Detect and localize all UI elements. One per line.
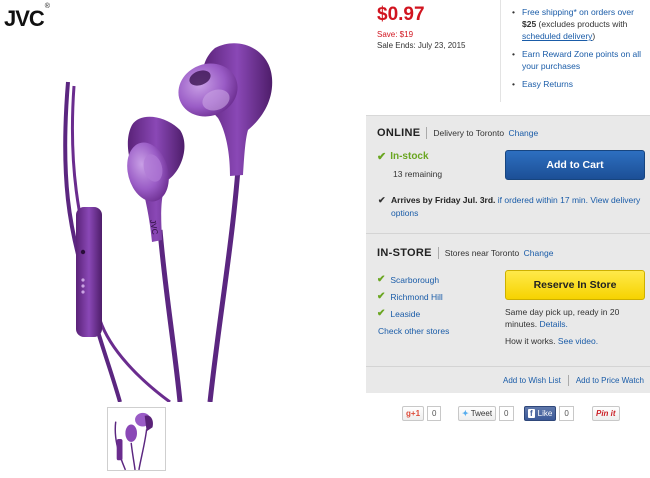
facebook-icon: f [528,409,535,418]
add-to-wish-list-link[interactable]: Add to Wish List [503,376,561,385]
promo-list: Free shipping* on orders over $25 (exclu… [500,0,650,102]
promo-free-shipping-middle: (excludes products with [536,19,628,29]
pickup-details-link[interactable]: Details. [540,319,568,329]
facebook-like-button[interactable]: f Like [524,406,557,421]
twitter-bird-icon: ✦ [462,409,469,418]
promo-free-shipping: Free shipping* on orders over $25 (exclu… [511,6,650,42]
instore-location-text: Stores near Toronto [444,248,520,258]
instore-header-divider [437,247,439,259]
arrival-estimate: ✔ Arrives by Friday Jul. 3rd. if ordered… [377,194,642,220]
instore-header: IN-STORE Stores near Toronto Change [377,247,553,259]
earbuds-illustration: JVC [63,43,273,404]
google-plus-share: g +1 0 [402,405,442,422]
stock-status: ✔ In-stock [377,150,429,163]
promo-reward-zone-link[interactable]: Earn Reward Zone points on all your purc… [511,48,650,72]
tweet-button[interactable]: ✦ Tweet [458,406,497,421]
product-thumbnail[interactable] [107,407,166,471]
promo-free-shipping-threshold: $25 [522,19,537,29]
online-header-divider [426,127,428,139]
stock-remaining: 13 remaining [393,169,443,179]
store-item: ✔ Richmond Hill [377,288,443,305]
instore-title: IN-STORE [377,247,432,259]
tweet-count: 0 [499,406,514,421]
thumbnail-earbuds-icon [114,412,153,471]
google-plus-button[interactable]: g +1 [402,406,425,421]
tweet-label: Tweet [470,409,493,418]
checkmark-icon: ✔ [377,291,386,302]
scheduled-delivery-link[interactable]: scheduled delivery [522,31,592,41]
checkmark-icon: ✔ [378,195,386,205]
store-item: ✔ Leaside [377,305,443,322]
google-plus-label: +1 [410,409,421,418]
how-it-works-text: How it works. [505,336,556,346]
footer-divider [567,375,569,386]
like-label: Like [537,409,553,418]
online-title: ONLINE [377,127,421,139]
pickup-info: Same day pick up, ready in 20 minutes. D… [505,306,645,330]
checkmark-icon: ✔ [377,274,386,285]
brand-name: JVC [4,6,45,31]
see-video-link[interactable]: See video. [558,336,598,346]
change-store-location-link[interactable]: Change [524,248,554,258]
reserve-in-store-button[interactable]: Reserve In Store [505,270,645,300]
promo-free-shipping-suffix: ) [592,31,596,41]
online-delivery-text: Delivery to Toronto [433,128,505,138]
store-list: ✔ Scarborough ✔ Richmond Hill ✔ Leaside [377,271,443,322]
stock-status-label: In-stock [390,151,429,162]
how-it-works: How it works. See video. [505,336,598,346]
brand-logo: JVC® [4,2,50,32]
change-delivery-location-link[interactable]: Change [508,128,538,138]
twitter-share: ✦ Tweet 0 [458,405,514,422]
store-link-richmond-hill[interactable]: Richmond Hill [390,292,442,302]
sale-price: $0.97 [377,4,425,25]
facebook-share: f Like 0 [524,405,574,422]
add-to-price-watch-link[interactable]: Add to Price Watch [576,376,644,385]
instore-location: Stores near Toronto Change [445,248,554,258]
product-image: JVC [40,30,340,404]
registered-mark: ® [44,2,50,10]
online-delivery-location: Delivery to Toronto Change [433,128,538,138]
pin-it-button[interactable]: Pin it [592,406,620,421]
check-other-stores-link[interactable]: Check other stores [378,326,449,336]
store-link-scarborough[interactable]: Scarborough [390,275,439,285]
svg-text:JVC: JVC [148,219,160,236]
like-count: 0 [559,406,574,421]
promo-easy-returns-link[interactable]: Easy Returns [511,78,650,90]
arrival-date: Arrives by Friday Jul. 3rd. [391,195,496,205]
purchase-panel: ONLINE Delivery to Toronto Change ✔ In-s… [366,115,650,393]
pinterest-share: Pin it [592,405,620,422]
sale-end-date: Sale Ends: July 23, 2015 [377,41,466,50]
store-item: ✔ Scarborough [377,271,443,288]
panel-footer: Add to Wish List Add to Price Watch [366,366,650,394]
checkmark-icon: ✔ [377,308,386,319]
section-divider [366,233,650,234]
checkmark-icon: ✔ [377,151,387,163]
store-link-leaside[interactable]: Leaside [390,309,420,319]
online-header: ONLINE Delivery to Toronto Change [377,127,538,139]
add-to-cart-button[interactable]: Add to Cart [505,150,645,180]
google-plus-count: 0 [427,406,442,421]
promo-free-shipping-prefix: Free shipping* on orders over [522,7,634,17]
savings-text: Save: $19 [377,30,414,39]
